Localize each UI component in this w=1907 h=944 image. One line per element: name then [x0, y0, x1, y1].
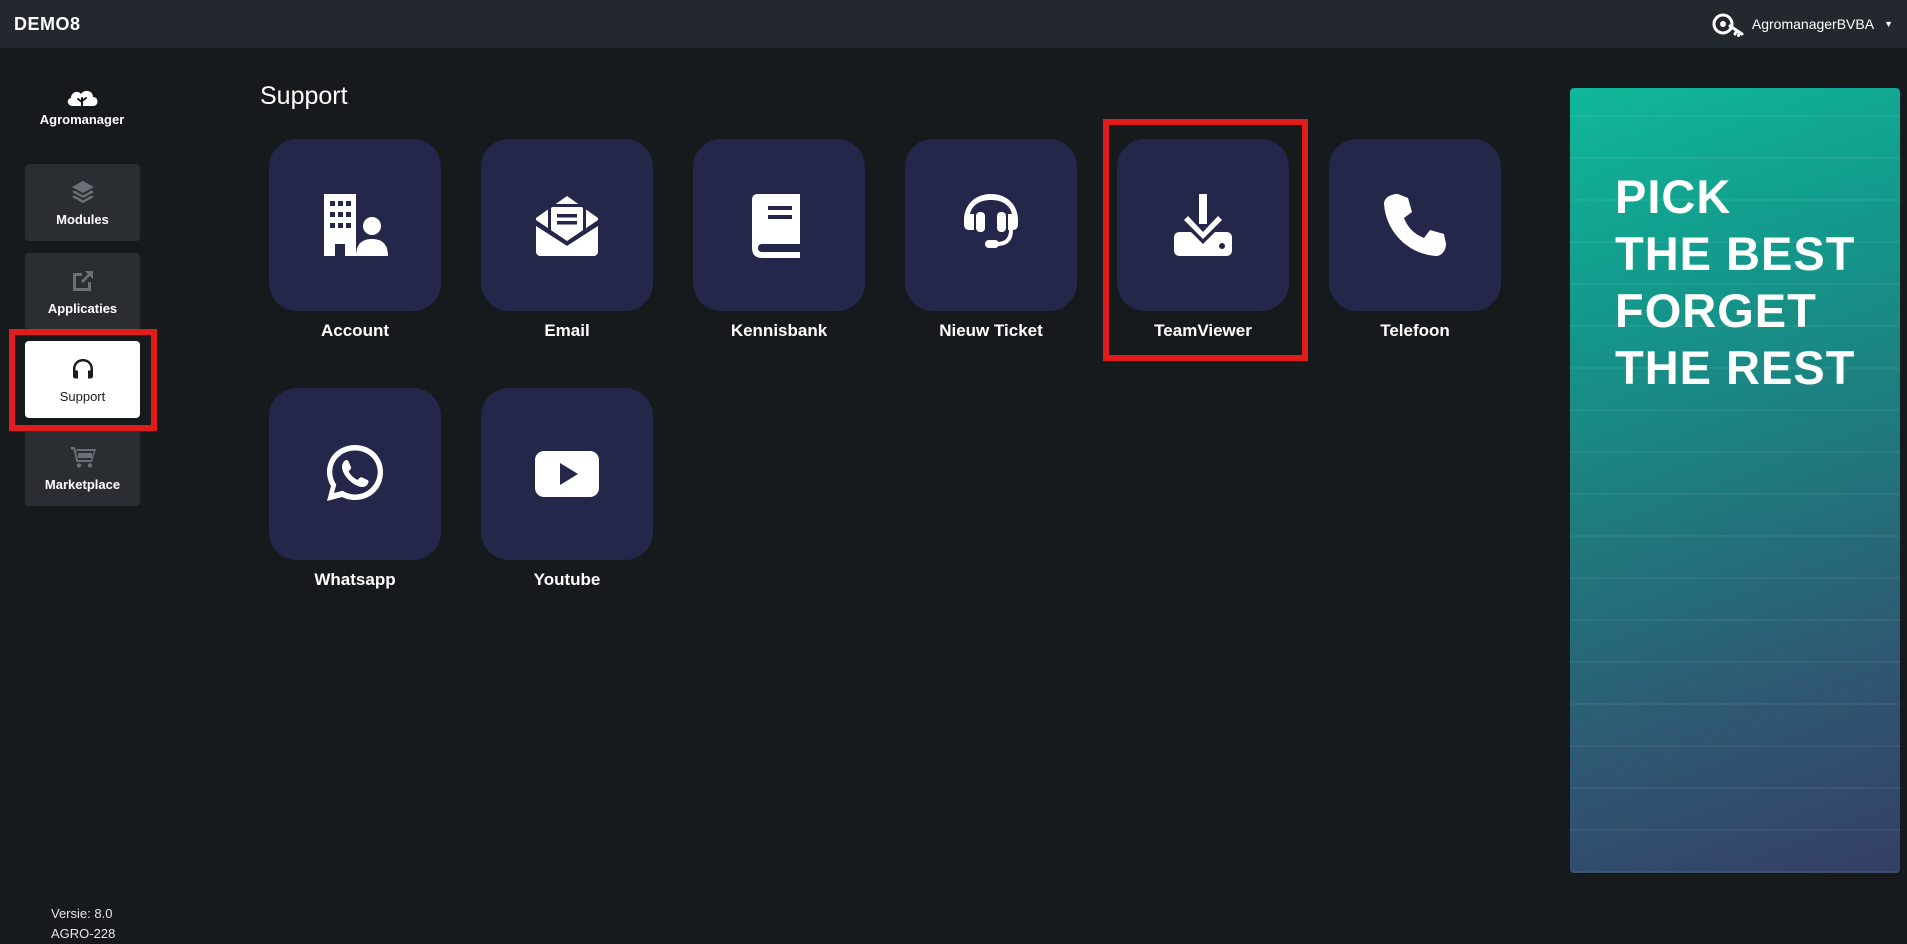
banner-slogan: PICK THE BEST FORGET THE REST	[1615, 168, 1855, 396]
cart-icon	[69, 443, 97, 471]
tile-label: Kennisbank	[730, 321, 828, 340]
cloud-tree-icon	[67, 90, 98, 109]
key-icon	[1712, 13, 1744, 37]
book-icon	[752, 194, 800, 258]
external-link-icon	[69, 267, 97, 295]
tile-whatsapp[interactable]: Whatsapp	[269, 388, 441, 590]
building-user-icon	[324, 194, 388, 256]
whatsapp-icon	[327, 445, 383, 501]
sidebar-item-label: Marketplace	[44, 477, 121, 492]
tile-icon-box	[693, 139, 865, 311]
youtube-icon	[535, 451, 599, 497]
banner-line: THE BEST	[1615, 227, 1856, 280]
download-icon	[1174, 194, 1232, 256]
banner-line: PICK	[1615, 170, 1732, 223]
tile-label: Telefoon	[1380, 321, 1450, 340]
tile-label: TeamViewer	[1154, 321, 1252, 340]
chevron-down-icon: ▼	[1884, 19, 1893, 29]
user-menu[interactable]: AgromanagerBVBA ▼	[1712, 11, 1893, 37]
tile-icon-box	[481, 388, 653, 560]
layers-icon	[69, 178, 97, 206]
promo-banner: PICK THE BEST FORGET THE REST	[1570, 88, 1900, 873]
tile-icon-box	[1117, 139, 1289, 311]
tile-icon-box	[481, 139, 653, 311]
tile-icon-box	[1329, 139, 1501, 311]
version-info: Versie: 8.0 AGRO-228	[51, 904, 115, 944]
sidebar-item-marketplace[interactable]: Marketplace	[25, 429, 140, 506]
sidebar-item-support[interactable]: Support	[25, 341, 140, 418]
headset-icon	[964, 194, 1018, 248]
tile-label: Account	[321, 321, 389, 340]
tile-email[interactable]: Email	[481, 139, 653, 341]
sidebar-item-label: Modules	[56, 212, 109, 227]
app-title: DEMO8	[14, 13, 81, 34]
tile-telefoon[interactable]: Telefoon	[1329, 139, 1501, 341]
sidebar-item-label: Applicaties	[47, 301, 118, 316]
sidebar-item-applicaties[interactable]: Applicaties	[25, 253, 140, 330]
tile-icon-box	[269, 388, 441, 560]
tile-label: Email	[544, 321, 590, 340]
banner-line: FORGET	[1615, 284, 1817, 337]
version-text: Versie: 8.0	[51, 906, 113, 921]
tile-teamviewer[interactable]: TeamViewer	[1117, 139, 1289, 341]
phone-icon	[1384, 194, 1446, 256]
tile-account[interactable]: Account	[269, 139, 441, 341]
sidebar-item-modules[interactable]: Modules	[25, 164, 140, 241]
tile-label: Whatsapp	[314, 570, 396, 589]
top-bar: DEMO8 AgromanagerBVBA ▼	[0, 0, 1907, 48]
headphones-icon	[69, 355, 97, 383]
sidebar: Agromanager Modules Applicaties Support …	[0, 48, 165, 941]
tile-kennisbank[interactable]: Kennisbank	[693, 139, 865, 341]
brand-name: Agromanager	[39, 112, 125, 127]
banner-line: THE REST	[1615, 341, 1856, 394]
sidebar-item-label: Support	[59, 389, 106, 404]
tile-label: Nieuw Ticket	[939, 321, 1043, 340]
tile-label: Youtube	[533, 570, 601, 589]
tile-icon-box	[905, 139, 1077, 311]
brand: Agromanager	[20, 86, 144, 127]
page-title: Support	[260, 82, 348, 110]
build-text: AGRO-228	[51, 926, 116, 941]
tile-youtube[interactable]: Youtube	[481, 388, 653, 590]
tile-nieuw-ticket[interactable]: Nieuw Ticket	[905, 139, 1077, 341]
user-name: AgromanagerBVBA	[1751, 16, 1875, 32]
envelope-open-icon	[536, 196, 598, 256]
tile-icon-box	[269, 139, 441, 311]
